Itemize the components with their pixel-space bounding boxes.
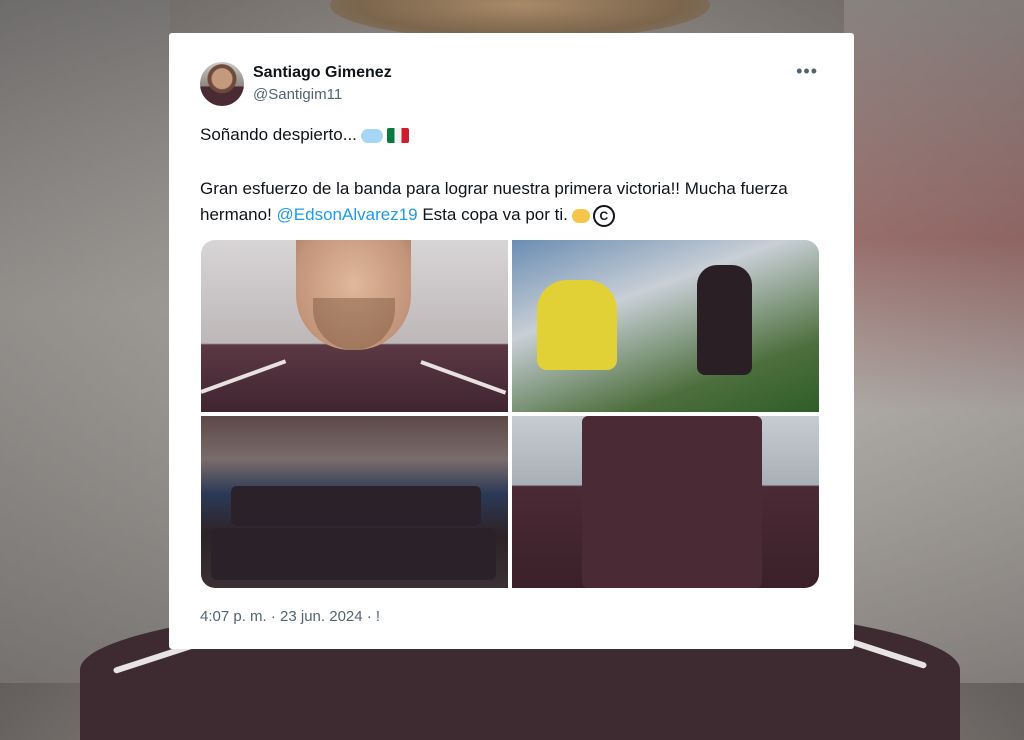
tweet-text-line1: Soñando despierto... [200,125,409,145]
background-blur-right [844,0,1024,683]
more-horizontal-icon[interactable]: ••• [796,61,818,82]
jacket-stripe [420,360,507,395]
team-front-row [211,528,496,580]
handshake-icon [571,208,590,223]
author-handle[interactable]: @Santigim11 [253,86,342,103]
tweet-timestamp[interactable]: 4:07 p. m. · 23 jun. 2024 · ! [200,608,380,625]
tweet-text-body: Gran esfuerzo de la banda para lograr nu… [200,176,820,228]
player-dark-kit [697,265,752,375]
tweet-line1-text: Soñando despierto... [200,125,357,144]
thought-bubble-icon [360,128,383,143]
background-blur-left [0,0,170,683]
photo-match-action[interactable] [512,240,819,412]
player-yellow-kit [537,280,617,370]
mention-link[interactable]: @EdsonAlvarez19 [277,205,418,224]
avatar[interactable] [200,62,244,106]
players-group [582,416,762,588]
tweet-body-text-part2: Esta copa va por ti. [417,205,568,224]
photo-players-walking[interactable] [512,416,819,588]
copyright-icon: C [592,204,615,227]
author-name[interactable]: Santiago Gimenez [253,64,392,82]
tweet-card: Santiago Gimenez @Santigim11 ••• Soñando… [169,33,854,649]
mexico-flag-icon [386,128,409,144]
photo-team-lineup[interactable] [201,416,508,588]
media-grid [201,240,819,588]
photo-player-closeup[interactable] [201,240,508,412]
jacket-stripe [201,359,287,394]
team-back-row [231,486,481,526]
